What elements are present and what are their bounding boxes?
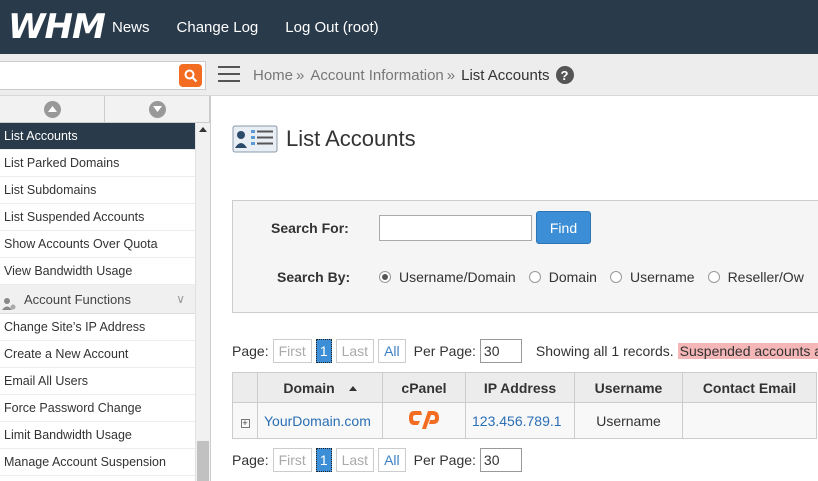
pager-bottom: Page: First 1 Last All Per Page: 30 <box>232 448 522 472</box>
breadcrumb: Home» Account Information» List Accounts… <box>253 66 574 84</box>
domain-link[interactable]: YourDomain.com <box>257 402 383 439</box>
page-title: List Accounts <box>286 126 416 151</box>
sidebar-item-view-bandwidth-usage[interactable]: View Bandwidth Usage <box>0 258 195 285</box>
sidebar-item-list-suspended-accounts[interactable]: List Suspended Accounts <box>0 204 195 231</box>
sidebar-item-limit-bandwidth-usage[interactable]: Limit Bandwidth Usage <box>0 422 195 449</box>
all-pages-button[interactable]: All <box>378 448 406 472</box>
column-ip-address[interactable]: IP Address <box>465 372 575 403</box>
sort-ascending-icon <box>348 386 357 392</box>
per-page-input[interactable]: 30 <box>479 339 522 363</box>
current-page-button[interactable]: 1 <box>315 339 332 363</box>
sidebar-item-show-accounts-over-quota[interactable]: Show Accounts Over Quota <box>0 231 195 258</box>
search-for-input[interactable] <box>379 215 532 241</box>
sidebar-search-input[interactable] <box>0 62 176 89</box>
expand-column-header <box>232 372 258 403</box>
nav-logout-link[interactable]: Log Out (root) <box>285 19 378 36</box>
collapse-all-button[interactable] <box>105 96 210 122</box>
scroll-up-arrow-icon[interactable] <box>199 127 207 132</box>
last-page-button[interactable]: Last <box>335 448 375 472</box>
expand-row-icon[interactable]: + <box>240 418 250 428</box>
column-username[interactable]: Username <box>574 372 683 403</box>
nav-change-log-link[interactable]: Change Log <box>177 19 259 36</box>
contact-email-cell <box>682 402 817 439</box>
sidebar-list: List Accounts List Parked Domains List S… <box>0 123 195 476</box>
sidebar-item-force-password-change[interactable]: Force Password Change <box>0 395 195 422</box>
search-by-options: Username/Domain Domain Username Reseller… <box>379 269 817 285</box>
main-content: List Accounts Search For: Find Search By… <box>212 97 818 481</box>
sidebar-item-list-parked-domains[interactable]: List Parked Domains <box>0 150 195 177</box>
current-page-button[interactable]: 1 <box>315 448 332 472</box>
expand-all-button[interactable] <box>0 96 105 122</box>
table-header-row: Domain cPanel IP Address Username Contac… <box>232 372 817 403</box>
find-button[interactable]: Find <box>536 211 591 244</box>
radio-domain[interactable]: Domain <box>528 269 597 285</box>
top-nav: News Change Log Log Out (root) <box>112 19 406 36</box>
page-label: Page: <box>232 452 269 468</box>
sidebar: List Accounts List Parked Domains List S… <box>0 96 211 481</box>
all-pages-button[interactable]: All <box>378 339 406 363</box>
table-row: + YourDomain.com cP 123.456.789.1 Userna… <box>232 402 817 439</box>
whm-logo[interactable]: WHM <box>8 7 112 47</box>
sidebar-item-create-new-account[interactable]: Create a New Account <box>0 341 195 368</box>
menu-toggle-icon[interactable] <box>218 64 240 84</box>
user-gear-icon <box>2 292 16 321</box>
search-button[interactable] <box>179 64 202 87</box>
ip-address-cell[interactable]: 123.456.789.1 <box>465 402 575 439</box>
column-contact-email[interactable]: Contact Email <box>682 372 817 403</box>
username-cell: Username <box>574 402 683 439</box>
chevron-down-icon <box>148 100 166 118</box>
radio-username[interactable]: Username <box>609 269 695 285</box>
search-icon <box>184 69 197 82</box>
last-page-button[interactable]: Last <box>335 339 375 363</box>
search-panel: Search For: Find Search By: Username/Dom… <box>232 200 818 313</box>
sub-bar: Home» Account Information» List Accounts… <box>0 54 818 96</box>
sidebar-collapse-controls <box>0 96 210 123</box>
breadcrumb-current: List Accounts <box>461 66 550 84</box>
pager-top: Page: First 1 Last All Per Page: 30 Show… <box>232 339 818 363</box>
per-page-label: Per Page: <box>413 452 476 468</box>
per-page-input[interactable]: 30 <box>479 448 522 472</box>
chevron-up-icon <box>43 100 61 118</box>
sidebar-group-label: Account Functions <box>24 292 131 307</box>
sidebar-item-list-accounts[interactable]: List Accounts <box>0 123 195 150</box>
sidebar-item-change-site-ip[interactable]: Change Site’s IP Address <box>0 314 195 341</box>
radio-reseller-owner[interactable]: Reseller/Ow <box>707 269 804 285</box>
breadcrumb-home[interactable]: Home <box>253 67 293 84</box>
scrollbar-thumb[interactable] <box>197 441 209 481</box>
sidebar-item-manage-account-suspension[interactable]: Manage Account Suspension <box>0 449 195 476</box>
top-bar: WHM News Change Log Log Out (root) <box>0 0 818 54</box>
chevron-down-icon: ∨ <box>176 292 185 306</box>
first-page-button[interactable]: First <box>272 448 312 472</box>
sidebar-search <box>0 61 206 90</box>
nav-news-link[interactable]: News <box>112 19 150 36</box>
column-domain[interactable]: Domain <box>257 372 383 403</box>
cpanel-logo-icon[interactable]: cP <box>408 408 440 430</box>
breadcrumb-account-information[interactable]: Account Information <box>310 67 443 84</box>
sidebar-group-account-functions[interactable]: Account Functions ∨ <box>0 285 195 314</box>
sidebar-item-list-subdomains[interactable]: List Subdomains <box>0 177 195 204</box>
accounts-table: Domain cPanel IP Address Username Contac… <box>232 372 817 439</box>
page-header: List Accounts <box>232 124 416 154</box>
first-page-button[interactable]: First <box>272 339 312 363</box>
suspended-note: Suspended accounts a <box>677 343 818 359</box>
sidebar-item-email-all-users[interactable]: Email All Users <box>0 368 195 395</box>
records-count: Showing all 1 records. <box>535 343 674 359</box>
help-icon[interactable]: ? <box>555 66 574 84</box>
page-label: Page: <box>232 343 269 359</box>
search-for-label: Search For: <box>271 220 349 236</box>
per-page-label: Per Page: <box>413 343 476 359</box>
radio-username-domain[interactable]: Username/Domain <box>379 269 516 285</box>
sidebar-scrollbar[interactable] <box>195 123 210 481</box>
search-by-label: Search By: <box>277 269 351 285</box>
list-accounts-icon <box>232 124 278 154</box>
column-cpanel[interactable]: cPanel <box>382 372 466 403</box>
